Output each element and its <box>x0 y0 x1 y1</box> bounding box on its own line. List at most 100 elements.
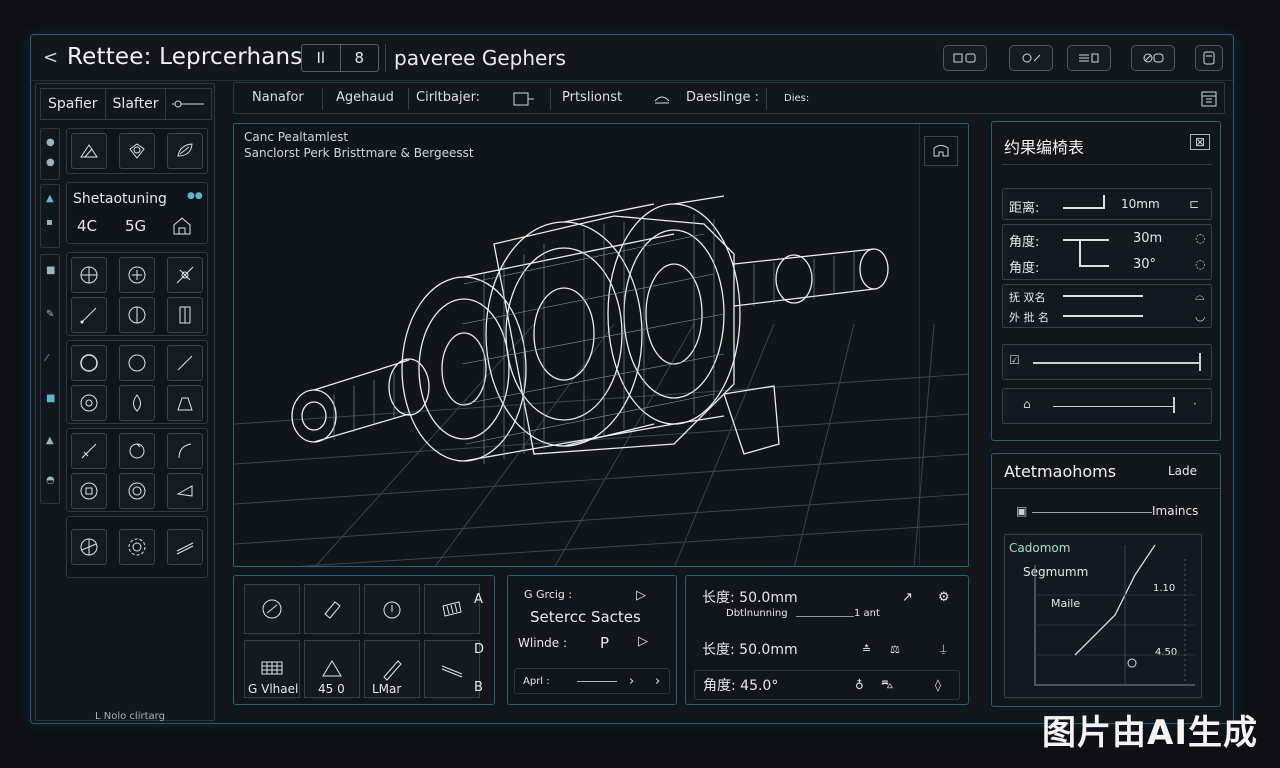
line-button[interactable] <box>71 297 107 333</box>
feature-rail-button[interactable] <box>424 640 480 698</box>
slider-check-icon[interactable]: ☑ <box>1009 353 1020 367</box>
sketch-option-a[interactable]: 4C <box>77 217 97 235</box>
list-button[interactable] <box>1067 45 1111 71</box>
angle1-value[interactable]: 30m <box>1133 231 1162 246</box>
toolbar-item-3[interactable]: Cirltbajer: <box>416 90 480 105</box>
fillet-button[interactable] <box>71 433 107 469</box>
feature-rotate-button[interactable] <box>244 584 300 634</box>
frame-icon[interactable] <box>512 91 536 107</box>
calendar-icon[interactable] <box>1200 89 1218 109</box>
feature-bolt-button[interactable] <box>424 584 480 634</box>
strip-layer-icon[interactable]: ▲ <box>46 193 54 204</box>
ellipse-button[interactable] <box>119 345 155 381</box>
angle-row[interactable]: 角度: 45.0° ♁ ⛍ ◊ <box>694 670 960 700</box>
diagonal-button[interactable] <box>167 345 203 381</box>
tab-spafier[interactable]: Spafier <box>41 89 106 119</box>
extrude-button[interactable] <box>167 385 203 421</box>
circle-cross-button[interactable] <box>71 257 107 293</box>
range-dot-icon[interactable]: · <box>1193 397 1197 411</box>
pin-icon[interactable]: ⍊ <box>940 642 947 656</box>
gear-button[interactable] <box>119 529 155 565</box>
strip-node-icon[interactable]: ▪ <box>46 217 53 228</box>
attributes-graph[interactable]: Cadomom Segmumm Maile 1.10 4.50 <box>1004 534 1202 698</box>
sketch-plane-button[interactable] <box>71 133 107 169</box>
back-button[interactable]: < <box>43 47 58 68</box>
distance-lock-icon[interactable]: ⊏ <box>1189 197 1199 211</box>
draft-button[interactable] <box>167 473 203 509</box>
selection-next-icon[interactable]: ▷ <box>638 634 648 649</box>
gauge-icon[interactable]: ⚖ <box>890 643 900 656</box>
extra-toggle-icon[interactable]: ⌓ <box>1195 289 1205 304</box>
balance-icon[interactable]: ≛ <box>862 643 871 656</box>
strip-pen-icon[interactable]: ✎ <box>46 309 54 320</box>
slot-button[interactable] <box>167 297 203 333</box>
selection-row[interactable]: Aprl : › › <box>514 668 670 694</box>
3d-viewport[interactable]: Canc Pealtamlest Sanclorst Perk Bristtma… <box>233 123 969 567</box>
strip-dot-icon[interactable]: ● <box>46 157 55 168</box>
angle2-dot-icon[interactable]: ◌ <box>1195 257 1205 271</box>
view-toggle-a[interactable]: Il <box>302 45 341 71</box>
gear-small-icon[interactable]: ⚙ <box>938 590 950 605</box>
distance-row[interactable]: 距离: 10mm ⊏ <box>1002 188 1212 220</box>
link-button[interactable] <box>1131 45 1175 71</box>
trim-button[interactable] <box>167 257 203 293</box>
export-button[interactable] <box>1195 45 1223 71</box>
concentric-button[interactable] <box>71 385 107 421</box>
extra-toggle-icon-2[interactable]: ◡ <box>1195 309 1205 323</box>
toolbar-item-4[interactable]: Prtslionst <box>562 90 622 105</box>
strip-tri-icon[interactable]: ▲ <box>46 435 54 446</box>
feature-cylinder-button[interactable] <box>304 584 360 634</box>
strip-dome-icon[interactable]: ◓ <box>46 475 55 486</box>
angle2-value[interactable]: 30° <box>1133 257 1156 272</box>
revolve-button[interactable] <box>119 433 155 469</box>
slider-row[interactable]: ☑ <box>1002 344 1212 380</box>
mirror-button[interactable] <box>119 297 155 333</box>
layers-button[interactable] <box>943 45 987 71</box>
selection-chevron-icon[interactable]: › <box>629 674 634 689</box>
tab-slafter[interactable]: Slafter <box>106 89 167 119</box>
tool-icon[interactable]: ♁ <box>855 678 864 692</box>
joint-button[interactable] <box>71 529 107 565</box>
angle1-dot-icon[interactable]: ◌ <box>1195 231 1205 245</box>
attributes-metrics[interactable]: Imaincs <box>1152 504 1198 518</box>
distance-value[interactable]: 10mm <box>1121 197 1160 211</box>
view-toggle[interactable]: Il 8 <box>301 44 379 72</box>
sweep-button[interactable] <box>167 433 203 469</box>
view-toggle-b[interactable]: 8 <box>341 45 379 71</box>
vehicle-icon[interactable]: ⛍ <box>881 677 893 693</box>
strip-box-icon[interactable]: ■ <box>46 393 55 404</box>
circle-button[interactable] <box>71 345 107 381</box>
attributes-toggle-icon[interactable]: ▣ <box>1016 504 1027 518</box>
shell-button[interactable] <box>119 473 155 509</box>
wireframe-model[interactable] <box>234 124 969 567</box>
selection-play-icon[interactable]: ▷ <box>636 588 646 603</box>
strip-line-icon[interactable]: ⁄ <box>46 353 48 364</box>
drop-button[interactable] <box>119 385 155 421</box>
sketch-option-b[interactable]: 5G <box>125 217 146 235</box>
sketch-shape-button[interactable] <box>119 133 155 169</box>
slider-icon[interactable] <box>170 99 206 109</box>
sketch-expand-icon[interactable]: ●● <box>187 191 203 201</box>
length-row-2[interactable]: 长度: 50.0mm ≛ ⚖ ⍊ <box>694 634 960 664</box>
shaft-button[interactable] <box>167 529 203 565</box>
strip-eye-icon[interactable]: ● <box>46 137 55 148</box>
house-icon[interactable] <box>171 215 193 237</box>
diamond-icon[interactable]: ◊ <box>935 678 941 692</box>
sketch-leaf-button[interactable] <box>167 133 203 169</box>
range-row[interactable]: ⌂ · <box>1002 388 1212 424</box>
toolbar-item-2[interactable]: Agehaud <box>336 90 394 105</box>
settings-button[interactable] <box>1009 45 1053 71</box>
target-button[interactable] <box>119 257 155 293</box>
feature-measure-button[interactable] <box>364 584 420 634</box>
print-icon[interactable] <box>652 91 672 107</box>
toolbar-item-6[interactable]: Dies: <box>784 93 809 104</box>
arrow-icon[interactable]: ↗ <box>902 590 913 605</box>
toolbar-item-5[interactable]: Daeslinge : <box>686 90 759 105</box>
strip-square-icon[interactable]: ■ <box>46 265 55 276</box>
toolbar-item-1[interactable]: Nanafor <box>252 90 304 105</box>
attributes-side[interactable]: Lade <box>1168 464 1197 478</box>
selection-chevron-icon-2[interactable]: › <box>655 674 660 689</box>
close-icon[interactable]: ⊠ <box>1190 134 1211 150</box>
dome-button[interactable] <box>71 473 107 509</box>
range-home-icon[interactable]: ⌂ <box>1023 397 1031 411</box>
